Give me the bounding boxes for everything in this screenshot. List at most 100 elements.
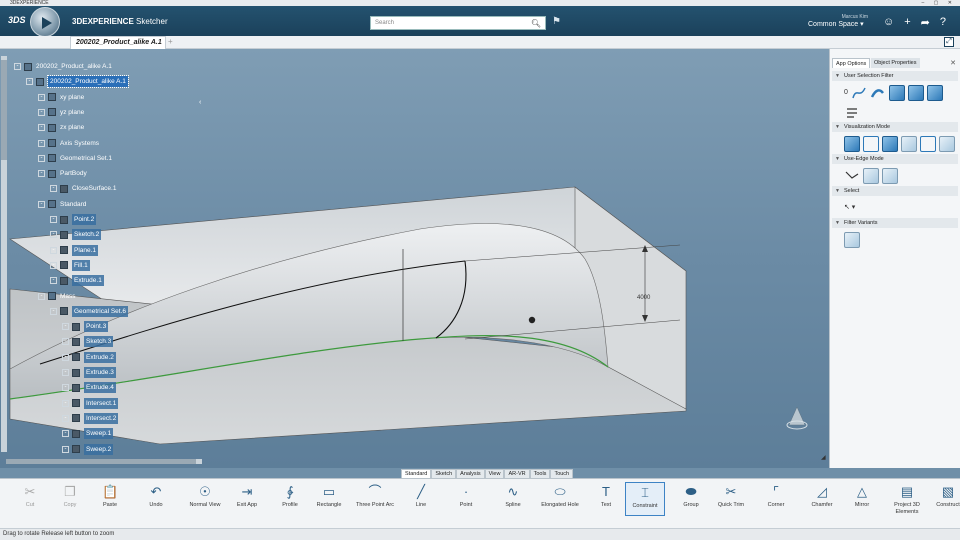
tree-expand-icon[interactable]: -: [50, 246, 57, 254]
tree-node-label[interactable]: Extrude.1: [72, 275, 104, 287]
user-block[interactable]: Marcus Kim Common Space ▾: [808, 14, 868, 28]
tool-profile-button[interactable]: ∳ Profile: [270, 482, 310, 509]
tree-expand-icon[interactable]: -: [62, 323, 69, 331]
tree-expand-icon[interactable]: -: [50, 261, 57, 269]
part-model[interactable]: 4000: [0, 49, 829, 468]
tool-paste-button[interactable]: 📋 Paste: [90, 482, 130, 509]
tree-node[interactable]: - Sketch.2: [50, 229, 102, 241]
tool-undo-button[interactable]: ↶ Undo: [136, 482, 176, 509]
tree-node[interactable]: - Sweep.2: [62, 443, 114, 455]
tree-vertical-scrollbar-thumb[interactable]: [1, 60, 7, 160]
tree-node-label[interactable]: Intersect.1: [84, 397, 119, 409]
tree-expand-icon[interactable]: -: [38, 170, 45, 178]
section-use-edge-mode[interactable]: Use-Edge Mode: [832, 154, 958, 164]
tree-node[interactable]: - Intersect.2: [62, 412, 119, 424]
tree-node[interactable]: - Axis Systems: [38, 138, 99, 149]
compass-button[interactable]: [30, 7, 60, 37]
tree-node-label[interactable]: Mass: [60, 291, 76, 302]
expand-icon[interactable]: ⤢: [944, 37, 954, 47]
tool-line-button[interactable]: ╱ Line: [401, 482, 441, 509]
tree-node-label[interactable]: xy plane: [60, 92, 84, 103]
body-filter-icon[interactable]: [926, 85, 943, 101]
tree-node[interactable]: - Extrude.2: [62, 351, 116, 363]
panel-resize-icon[interactable]: ◢: [821, 454, 826, 461]
filter-variant-icon[interactable]: [844, 232, 860, 248]
tool-elongated-hole-button[interactable]: ⬭ Elongated Hole: [540, 482, 580, 509]
tree-expand-icon[interactable]: -: [50, 216, 57, 223]
tree-node[interactable]: - Point.3: [62, 321, 109, 333]
tree-node-label[interactable]: Point.3: [84, 321, 109, 333]
tree-node-label[interactable]: Point.2: [72, 214, 97, 225]
tree-node[interactable]: - Extrude.1: [50, 275, 104, 287]
dimension-label[interactable]: 4000: [637, 295, 651, 301]
share-icon[interactable]: ➦: [921, 16, 930, 29]
tree-expand-icon[interactable]: -: [50, 231, 57, 239]
tool-construct-button[interactable]: ▧ Construct: [928, 482, 960, 509]
tree-node[interactable]: - Sketch.3: [62, 336, 114, 348]
tree-node-label[interactable]: zx plane: [60, 122, 84, 133]
tab-object-properties[interactable]: Object Properties: [871, 58, 920, 68]
tree-node-label[interactable]: Geometrical Set.6: [72, 305, 129, 317]
tree-horizontal-scrollbar-thumb[interactable]: [6, 459, 196, 464]
arrow-filter-icon[interactable]: [870, 85, 886, 101]
tool-constraint-button[interactable]: ⌶ Constraint: [625, 482, 665, 516]
tree-node-label[interactable]: PartBody: [60, 168, 87, 179]
add-icon[interactable]: +: [904, 16, 910, 29]
tree-node[interactable]: - Geometrical Set.6: [50, 305, 129, 317]
tree-collapse-icon[interactable]: ‹: [199, 99, 201, 106]
tree-expand-icon[interactable]: -: [26, 78, 33, 86]
tree-node[interactable]: - PartBody: [38, 168, 87, 179]
tree-expand-icon[interactable]: -: [62, 445, 69, 453]
tree-node[interactable]: - Intersect.1: [62, 397, 119, 409]
tree-node-label[interactable]: Extrude.4: [84, 382, 116, 394]
section-tab[interactable]: AR-VR: [504, 469, 530, 478]
transparent-mode-icon[interactable]: [901, 136, 917, 152]
tree-node-label[interactable]: Standard: [60, 199, 86, 210]
tree-expand-icon[interactable]: -: [62, 399, 69, 407]
section-visualization-mode[interactable]: Visualization Mode: [832, 122, 958, 132]
tool-normal-view-button[interactable]: ☉ Normal View: [185, 482, 225, 509]
tool-quick-trim-button[interactable]: ✂ Quick Trim: [711, 482, 751, 509]
tool-rectangle-button[interactable]: ▭ Rectangle: [309, 482, 349, 509]
tool-point-button[interactable]: · Point: [446, 482, 486, 509]
section-tab[interactable]: Analysis: [456, 469, 485, 478]
tree-node[interactable]: - zx plane: [38, 122, 84, 133]
tree-node[interactable]: - Point.2: [50, 214, 97, 225]
tree-node[interactable]: - Extrude.3: [62, 367, 116, 378]
tree-expand-icon[interactable]: -: [38, 154, 45, 162]
section-tab[interactable]: View: [484, 469, 505, 478]
tree-expand-icon[interactable]: -: [38, 108, 45, 116]
tree-expand-icon[interactable]: -: [50, 277, 57, 285]
tree-node-label[interactable]: CloseSurface.1: [72, 183, 116, 194]
tree-vertical-scrollbar[interactable]: [1, 56, 7, 452]
tree-node-label[interactable]: Sketch.3: [84, 336, 114, 348]
tool-copy-button[interactable]: ❐ Copy: [50, 482, 90, 509]
viewport-3d[interactable]: 4000 ‹ ◢: [0, 49, 829, 468]
tree-expand-icon[interactable]: -: [62, 338, 69, 346]
hidden-lines-mode-icon[interactable]: [920, 136, 936, 152]
tool-text-button[interactable]: T Text: [586, 482, 626, 509]
tree-node[interactable]: - 200202_Product_alike A.1: [14, 61, 112, 72]
tree-expand-icon[interactable]: -: [38, 93, 45, 101]
section-select[interactable]: Select: [832, 186, 958, 196]
section-user-selection-filter[interactable]: User Selection Filter: [832, 71, 958, 81]
tag-icon[interactable]: ⚑: [552, 16, 561, 27]
tool-exit-app-button[interactable]: ⇥ Exit App: [227, 482, 267, 509]
tree-node[interactable]: - 200202_Product_alike A.1: [26, 75, 129, 89]
tree-expand-icon[interactable]: -: [38, 292, 45, 300]
tree-node-label[interactable]: Sweep.1: [84, 428, 114, 440]
tree-expand-icon[interactable]: -: [14, 63, 21, 70]
tree-node[interactable]: - CloseSurface.1: [50, 183, 116, 194]
tree-node-label[interactable]: yz plane: [60, 107, 84, 118]
tree-node-label[interactable]: Intersect.2: [84, 412, 119, 424]
tool-corner-button[interactable]: ⌜ Corner: [756, 482, 796, 509]
section-filter-variants[interactable]: Filter Variants: [832, 218, 958, 228]
filter-list-icon[interactable]: [844, 105, 860, 121]
use-edge-solid-icon[interactable]: [882, 168, 898, 184]
tree-expand-icon[interactable]: -: [50, 307, 57, 315]
tree-node-label[interactable]: Plane.1: [72, 244, 99, 256]
tree-expand-icon[interactable]: -: [38, 124, 45, 132]
shading-mode-icon[interactable]: [844, 136, 860, 152]
curve-filter-icon[interactable]: [851, 85, 867, 101]
surface-filter-icon[interactable]: [907, 85, 924, 101]
